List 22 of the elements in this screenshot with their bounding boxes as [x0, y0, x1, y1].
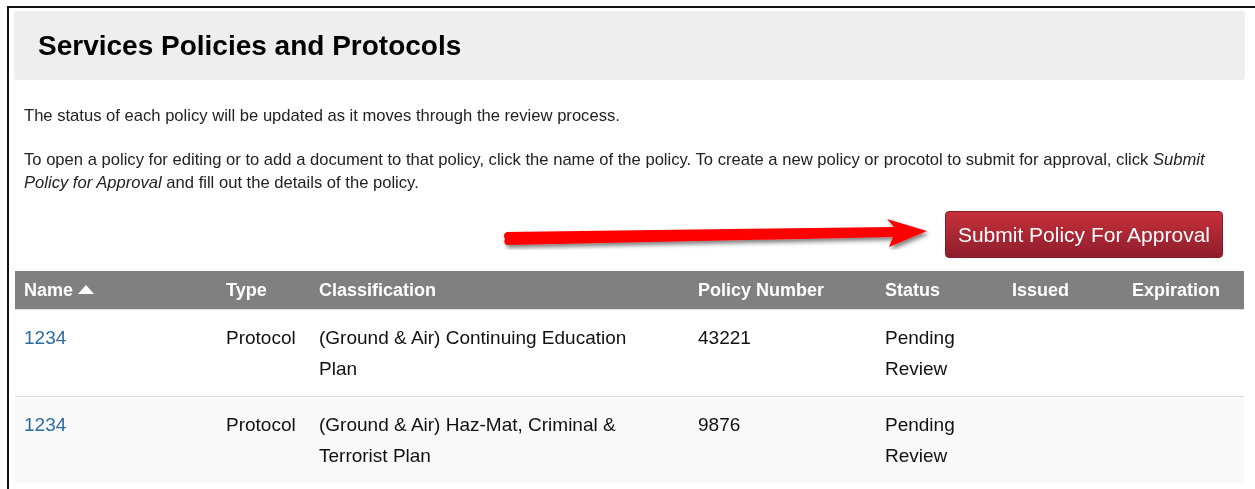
page-title: Services Policies and Protocols	[38, 28, 462, 63]
column-header[interactable]: Expiration	[1123, 271, 1244, 310]
classification-text: (Ground & Air) Continuing Education Plan	[319, 327, 627, 380]
status-text: Pending Review	[885, 414, 955, 467]
column-header[interactable]: Status	[876, 271, 1003, 310]
classification-text: (Ground & Air) Haz-Mat, Criminal & Terrorist Plan	[319, 414, 616, 467]
column-header[interactable]: Issued	[1003, 271, 1123, 310]
policy-number: 9876	[698, 414, 741, 436]
instruction-text: To open a policy for editing or to add a document to that policy, click the name of the policy. To create a new policy or procotol to submit for approval, click Submit Policy for Approval and fill out the details of the policy.	[24, 149, 1206, 194]
policy-link[interactable]: 1234	[24, 327, 67, 349]
column-header[interactable]: Policy Number	[689, 271, 876, 310]
column-header[interactable]: Name	[15, 271, 217, 310]
policy-type: Protocol	[226, 327, 296, 349]
status-text: Pending Review	[885, 327, 955, 380]
column-header[interactable]: Classification	[310, 271, 689, 310]
sort-ascending-icon	[78, 284, 95, 295]
submit-button[interactable]: Submit Policy For Approval	[944, 211, 1223, 259]
policy-number: 43221	[698, 327, 751, 349]
instruction-text: The status of each policy will be updated as it moves through the review process.	[24, 105, 621, 127]
policy-type: Protocol	[226, 414, 296, 436]
policy-link[interactable]: 1234	[24, 414, 67, 436]
column-header[interactable]: Type	[217, 271, 310, 310]
